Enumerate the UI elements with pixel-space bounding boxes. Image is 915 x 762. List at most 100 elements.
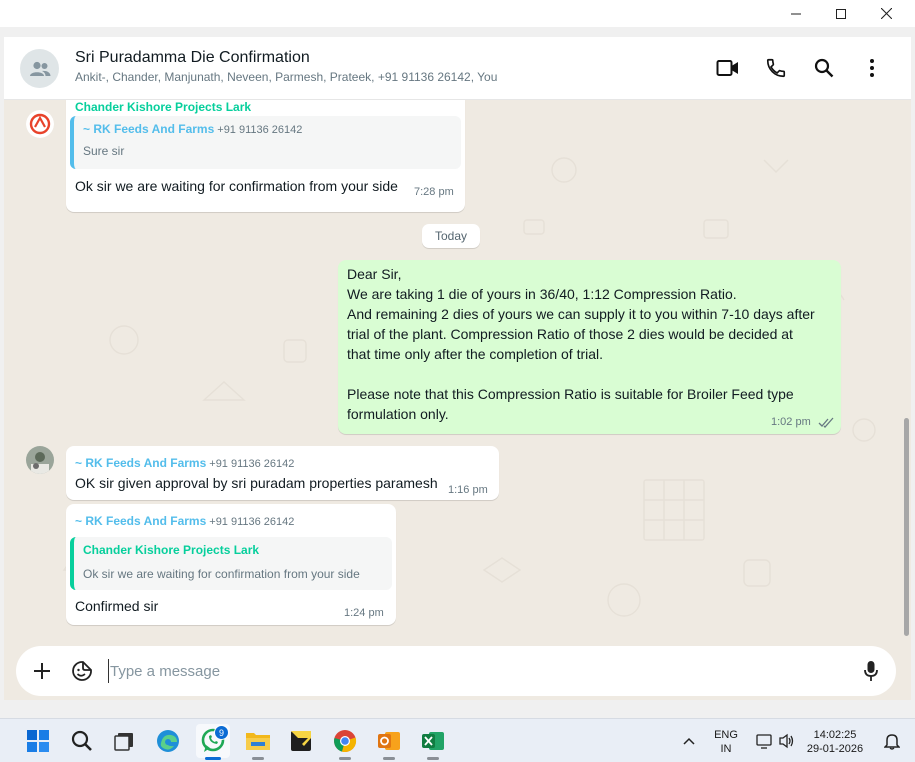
minimize-icon: [791, 13, 801, 14]
active-app-indicator: [205, 757, 221, 760]
maximize-icon: [836, 8, 846, 19]
windows-start-icon: [27, 730, 49, 752]
microphone-icon: [864, 661, 878, 681]
quoted-text: Ok sir we are waiting for confirmation f…: [83, 567, 360, 581]
message-sender[interactable]: Chander Kishore Projects Lark: [75, 100, 251, 114]
taskbar-file-explorer[interactable]: [241, 724, 275, 760]
scrollbar-thumb[interactable]: [904, 418, 909, 636]
quoted-message[interactable]: ~ RK Feeds And Farms +91 91136 26142 Sure…: [70, 116, 461, 169]
lark-logo-icon: [26, 110, 54, 138]
maximize-button[interactable]: [818, 0, 864, 27]
message-bubble-incoming[interactable]: ~ RK Feeds And Farms +91 91136 26142 Chan…: [66, 504, 396, 625]
quoted-message[interactable]: Chander Kishore Projects Lark Ok sir we …: [70, 537, 392, 590]
close-window-button[interactable]: [863, 0, 909, 27]
running-app-indicator: [339, 757, 351, 760]
chat-members[interactable]: Ankit-, Chander, Manjunath, Neveen, Parm…: [75, 70, 497, 84]
chat-title[interactable]: Sri Puradamma Die Confirmation: [75, 49, 310, 67]
folder-icon: [246, 733, 270, 750]
message-text: Confirmed sir: [75, 598, 159, 614]
chat-scrollbar[interactable]: [902, 100, 911, 645]
running-app-indicator: [252, 757, 264, 760]
taskbar-outlook[interactable]: [372, 724, 406, 760]
taskbar-search-button[interactable]: [65, 724, 99, 758]
message-bubble-outgoing[interactable]: Dear Sir, We are taking 1 die of yours i…: [338, 260, 841, 434]
voice-call-button[interactable]: [763, 55, 789, 81]
quoted-sender: ~ RK Feeds And Farms +91 91136 26142: [83, 122, 303, 136]
network-volume-tray[interactable]: [751, 724, 801, 758]
running-app-indicator: [383, 757, 395, 760]
message-line: And remaining 2 dies of yours we can sup…: [347, 306, 815, 322]
menu-button[interactable]: [859, 55, 885, 81]
clock-time: 14:02:25: [813, 729, 857, 741]
minimize-button[interactable]: [773, 0, 819, 27]
message-bubble-incoming[interactable]: ~ RK Feeds And Farms +91 91136 26142 OK s…: [66, 446, 499, 500]
region-code: IN: [720, 743, 732, 755]
outlook-icon: [378, 732, 400, 750]
close-icon: [880, 8, 892, 19]
message-text-multiline: Dear Sir, We are taking 1 die of yours i…: [347, 264, 837, 424]
message-time: 7:28 pm: [414, 186, 454, 198]
message-line: Dear Sir,: [347, 266, 402, 282]
taskbar-excel[interactable]: [416, 724, 450, 760]
message-line: formulation only.: [347, 406, 449, 422]
network-volume-icon: [756, 733, 794, 749]
chat-area[interactable]: Chander Kishore Projects Lark ~ RK Feeds…: [4, 100, 911, 645]
message-text: Ok sir we are waiting for confirmation f…: [75, 178, 398, 194]
edge-browser-icon: [157, 730, 179, 752]
group-icon: [29, 61, 50, 76]
read-receipt-icon: [818, 417, 834, 428]
windows-taskbar: 9 ENG IN 14:02:25 29-01-2026: [0, 718, 915, 762]
taskbar-chrome[interactable]: [328, 724, 362, 760]
taskbar-sticky-notes[interactable]: [284, 724, 318, 758]
message-input[interactable]: [108, 659, 848, 683]
language-code: ENG: [714, 729, 738, 741]
sender-avatar[interactable]: [26, 446, 54, 474]
message-sender[interactable]: ~ RK Feeds And Farms +91 91136 26142: [75, 514, 294, 528]
message-bubble-incoming[interactable]: Chander Kishore Projects Lark ~ RK Feeds…: [66, 100, 465, 212]
message-line: We are taking 1 die of yours in 36/40, 1…: [347, 286, 737, 302]
search-icon: [814, 58, 834, 78]
sticker-smiley-icon: [72, 661, 92, 681]
sticky-notes-icon: [291, 731, 311, 751]
phone-icon: [766, 58, 786, 78]
date-divider: Today: [422, 224, 480, 248]
message-composer: [16, 646, 896, 696]
show-hidden-icons-button[interactable]: [672, 724, 706, 758]
sender-avatar[interactable]: [26, 110, 54, 138]
message-time: 1:02 pm: [771, 416, 811, 428]
start-button[interactable]: [21, 724, 55, 758]
message-text: OK sir given approval by sri puradam pro…: [75, 475, 438, 491]
chrome-browser-icon: [334, 730, 357, 753]
window-titlebar: [0, 0, 915, 27]
task-view-button[interactable]: [107, 724, 141, 758]
sticker-button[interactable]: [69, 658, 95, 684]
message-line: that time only after the completion of t…: [347, 346, 604, 362]
attach-button[interactable]: [29, 658, 55, 684]
search-icon: [71, 730, 92, 751]
group-avatar[interactable]: [20, 49, 59, 88]
clock-date: 29-01-2026: [806, 743, 864, 755]
chat-header: Sri Puradamma Die Confirmation Ankit-, C…: [4, 37, 911, 100]
taskbar-whatsapp[interactable]: 9: [196, 724, 230, 760]
message-time: 1:24 pm: [344, 607, 384, 619]
message-time: 1:16 pm: [448, 484, 488, 496]
search-button[interactable]: [811, 55, 837, 81]
plus-icon: [34, 663, 50, 679]
notification-center-button[interactable]: [877, 724, 907, 758]
notification-bell-icon: [884, 734, 900, 750]
chevron-up-icon: [683, 737, 695, 745]
taskbar-edge[interactable]: [151, 724, 185, 758]
task-view-icon: [114, 733, 133, 751]
system-clock[interactable]: 14:02:25 29-01-2026: [806, 728, 864, 756]
excel-icon: [422, 732, 444, 750]
video-call-button[interactable]: [715, 55, 741, 81]
voice-message-button[interactable]: [858, 658, 884, 684]
message-sender[interactable]: ~ RK Feeds And Farms +91 91136 26142: [75, 456, 294, 470]
message-line: trial of the plant. Compression Ratio of…: [347, 326, 793, 342]
running-app-indicator: [427, 757, 439, 760]
quoted-sender: Chander Kishore Projects Lark: [83, 543, 260, 557]
profile-photo-icon: [26, 446, 54, 474]
video-camera-icon: [716, 60, 738, 76]
input-language-indicator[interactable]: ENG IN: [708, 728, 744, 756]
quoted-text: Sure sir: [83, 144, 125, 158]
